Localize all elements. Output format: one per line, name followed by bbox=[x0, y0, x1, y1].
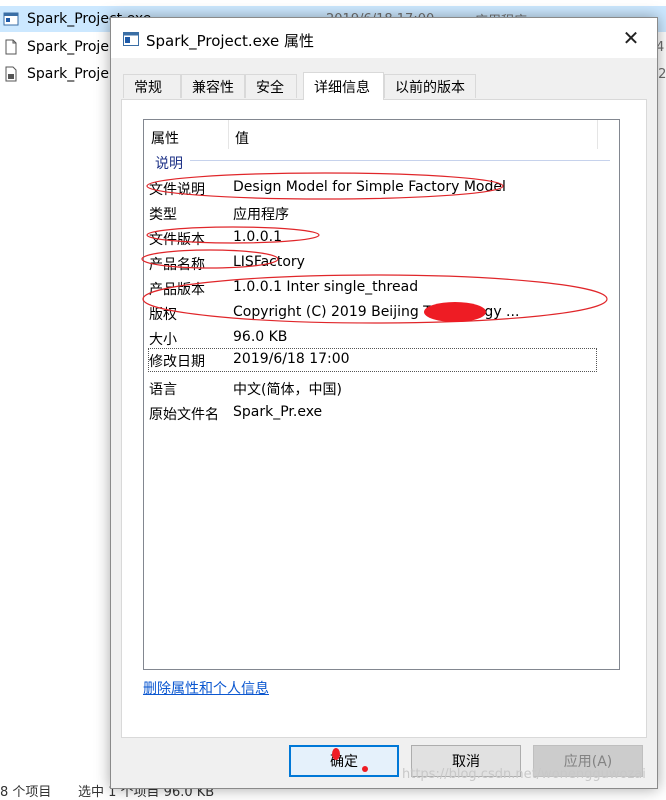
tab-previous-versions[interactable]: 以前的版本 bbox=[384, 74, 476, 98]
list-header: 属性 值 bbox=[144, 120, 619, 149]
property-name: 原始文件名 bbox=[149, 407, 219, 423]
column-divider[interactable] bbox=[228, 120, 229, 149]
property-value: 1.0.0.1 bbox=[233, 229, 282, 245]
focus-rectangle bbox=[148, 348, 597, 372]
header-value[interactable]: 值 bbox=[235, 128, 249, 148]
property-value: Copyright (C) 2019 Beijing Technology ..… bbox=[233, 304, 520, 320]
header-property[interactable]: 属性 bbox=[151, 128, 179, 148]
group-label: 说明 bbox=[155, 156, 183, 172]
tab-compatibility[interactable]: 兼容性 bbox=[181, 74, 245, 98]
list-item[interactable]: 文件说明 Design Model for Simple Factory Mod… bbox=[144, 175, 619, 200]
property-name: 文件说明 bbox=[149, 182, 205, 198]
file-icon bbox=[3, 39, 19, 55]
title-bar[interactable]: Spark_Project.exe 属性 ✕ bbox=[111, 18, 657, 58]
exe-icon bbox=[3, 11, 19, 27]
group-divider bbox=[190, 160, 610, 161]
property-value: LISFactory bbox=[233, 254, 305, 270]
tab-general[interactable]: 常规 bbox=[123, 74, 181, 98]
list-item[interactable]: 文件版本 1.0.0.1 bbox=[144, 225, 619, 250]
column-divider[interactable] bbox=[597, 120, 598, 149]
list-item[interactable]: 语言 中文(简体，中国) bbox=[144, 375, 619, 400]
property-name: 版权 bbox=[149, 307, 177, 323]
file-name: Spark_Proje bbox=[27, 66, 109, 82]
property-value: Design Model for Simple Factory Model bbox=[233, 179, 506, 195]
ok-button[interactable]: 确定 bbox=[289, 745, 399, 777]
property-name: 修改日期 bbox=[149, 354, 205, 370]
details-list[interactable]: 属性 值 说明 文件说明 Design Model for Simple Fac… bbox=[143, 119, 620, 670]
dialog-title: Spark_Project.exe 属性 bbox=[146, 32, 315, 50]
list-item[interactable]: 产品名称 LISFactory bbox=[144, 250, 619, 275]
status-item-count: 8 个项目 bbox=[0, 785, 52, 800]
watermark: https://blog.csdn.net/wonengguwozai bbox=[402, 767, 646, 782]
property-name: 产品名称 bbox=[149, 257, 205, 273]
property-value: 2019/6/18 17:00 bbox=[233, 351, 350, 367]
list-item[interactable]: 修改日期 2019/6/18 17:00 bbox=[144, 348, 619, 373]
close-icon: ✕ bbox=[622, 26, 640, 50]
property-value: 1.0.0.1 Inter single_thread bbox=[233, 279, 419, 295]
details-panel: 属性 值 说明 文件说明 Design Model for Simple Fac… bbox=[121, 99, 647, 738]
tab-details[interactable]: 详细信息 bbox=[303, 72, 384, 100]
list-item[interactable]: 原始文件名 Spark_Pr.exe bbox=[144, 400, 619, 425]
property-name: 文件版本 bbox=[149, 232, 205, 248]
property-name: 产品版本 bbox=[149, 282, 205, 298]
property-name: 大小 bbox=[149, 332, 177, 348]
property-value: 中文(简体，中国) bbox=[233, 382, 342, 398]
list-item[interactable]: 产品版本 1.0.0.1 Inter single_thread bbox=[144, 275, 619, 300]
close-button[interactable]: ✕ bbox=[611, 22, 651, 54]
property-value: Spark_Pr.exe bbox=[233, 404, 323, 420]
properties-dialog: Spark_Project.exe 属性 ✕ 常规 兼容性 安全 详细信息 以前… bbox=[110, 17, 658, 789]
property-value: 96.0 KB bbox=[233, 329, 288, 345]
file-name: Spark_Proje bbox=[27, 39, 109, 55]
group-header: 说明 bbox=[144, 149, 619, 172]
list-item[interactable]: 大小 96.0 KB bbox=[144, 325, 619, 350]
file-icon bbox=[3, 66, 19, 82]
list-item[interactable]: 版权 Copyright (C) 2019 Beijing Technology… bbox=[144, 300, 619, 325]
property-name: 类型 bbox=[149, 207, 177, 223]
exe-icon bbox=[123, 32, 139, 46]
property-name: 语言 bbox=[149, 382, 177, 398]
property-value: 应用程序 bbox=[233, 207, 289, 223]
tab-security[interactable]: 安全 bbox=[245, 74, 297, 98]
list-item[interactable]: 类型 应用程序 bbox=[144, 200, 619, 225]
remove-properties-link[interactable]: 删除属性和个人信息 bbox=[143, 678, 269, 698]
